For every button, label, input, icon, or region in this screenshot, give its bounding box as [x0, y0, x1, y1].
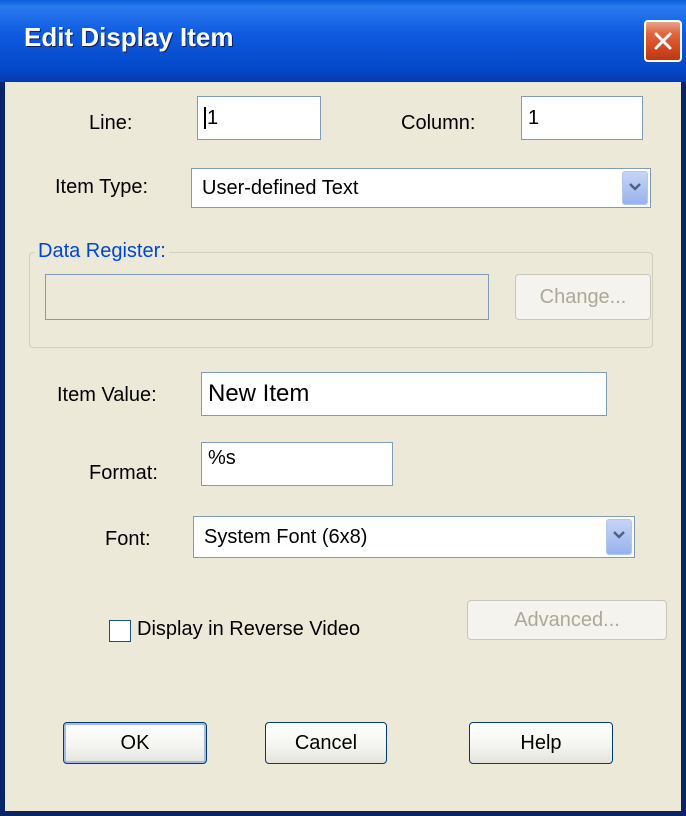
window-title: Edit Display Item [24, 22, 234, 52]
item-value-field[interactable]: New Item [201, 372, 607, 416]
item-type-dropdown-button[interactable] [622, 171, 648, 205]
font-label: Font: [105, 528, 151, 550]
line-label: Line: [89, 112, 133, 134]
item-type-select[interactable]: User-defined Text [191, 168, 651, 208]
font-value: System Font (6x8) [204, 525, 368, 548]
chevron-down-icon [629, 183, 641, 191]
line-value: 1 [207, 106, 219, 129]
chevron-down-icon [613, 531, 625, 539]
format-label: Format: [89, 462, 158, 484]
reverse-video-label[interactable]: Display in Reverse Video [137, 618, 360, 641]
data-register-group-label: Data Register: [35, 240, 169, 263]
column-field[interactable]: 1 [521, 96, 643, 140]
data-register-field [45, 274, 489, 320]
close-button[interactable] [644, 20, 682, 62]
item-type-label: Item Type: [55, 176, 149, 198]
close-icon [654, 32, 672, 50]
text-caret [204, 107, 206, 129]
font-dropdown-button[interactable] [606, 519, 632, 555]
column-value: 1 [528, 106, 540, 129]
advanced-button: Advanced... [467, 600, 667, 640]
help-button[interactable]: Help [469, 722, 613, 764]
change-button: Change... [515, 274, 651, 320]
format-field[interactable]: %s [201, 442, 393, 486]
title-bar[interactable]: Edit Display Item [0, 0, 686, 82]
reverse-video-checkbox[interactable] [109, 620, 131, 642]
item-value-text: New Item [208, 380, 310, 407]
column-label: Column: [401, 112, 476, 134]
format-value: %s [208, 447, 236, 469]
font-select[interactable]: System Font (6x8) [193, 516, 635, 558]
dialog-window: Edit Display Item Line: 1 Column: 1 Item… [0, 0, 686, 816]
ok-button[interactable]: OK [63, 722, 207, 764]
item-type-value: User-defined Text [202, 176, 359, 199]
dialog-body: Line: 1 Column: 1 Item Type: User-define… [5, 82, 681, 811]
cancel-button[interactable]: Cancel [265, 722, 387, 764]
item-value-label: Item Value: [57, 384, 157, 406]
line-field[interactable]: 1 [197, 96, 321, 140]
